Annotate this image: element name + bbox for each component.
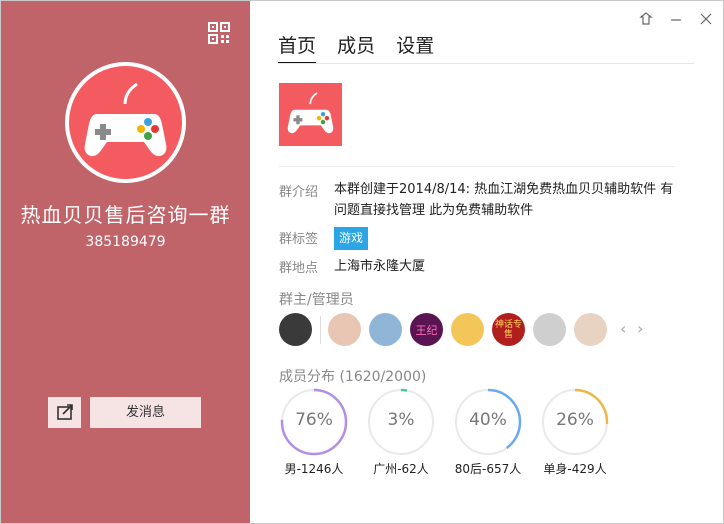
send-message-button[interactable]: 发消息 — [90, 397, 201, 428]
members-title: 成员分布 (1620/2000) — [279, 369, 427, 385]
stat-label: 广州-62人 — [373, 462, 429, 476]
tab-divider — [278, 63, 694, 64]
admin-avatar-2[interactable] — [328, 313, 361, 346]
group-profile-window: 热血贝贝售后咨询一群 385189479 发消息 首页 成员 设置 群介绍 本群… — [0, 0, 724, 524]
stat-label: 单身-429人 — [543, 462, 607, 476]
tag-row: 游戏 — [334, 227, 674, 250]
tag-label: 群标签 — [279, 232, 319, 247]
gamepad-icon — [84, 82, 167, 157]
skin-icon[interactable] — [638, 11, 654, 27]
stat-percent: 76% — [295, 410, 333, 430]
gamepad-icon — [287, 92, 334, 134]
next-arrow-icon[interactable]: › — [637, 321, 651, 337]
location-label: 群地点 — [279, 261, 319, 276]
tab-bar: 首页 成员 设置 — [278, 31, 450, 64]
right-panel: 首页 成员 设置 群介绍 本群创建于2014/8/14: 热血江湖免费热血贝贝辅… — [250, 1, 723, 523]
admin-avatar-3[interactable] — [369, 313, 402, 346]
admin-avatar-7[interactable] — [533, 313, 566, 346]
prev-arrow-icon[interactable]: ‹ — [620, 321, 634, 337]
section-divider — [279, 166, 675, 167]
stat-percent: 40% — [469, 410, 507, 430]
tab-home[interactable]: 首页 — [278, 31, 317, 64]
owner-separator — [320, 316, 321, 344]
admin-avatar-6-text: 神话专售 — [494, 320, 522, 340]
qr-code-icon[interactable] — [208, 22, 230, 44]
group-name: 热血贝贝售后咨询一群 — [20, 203, 231, 227]
admin-avatar-4[interactable]: 王纪 — [410, 313, 443, 346]
stat-label: 80后-657人 — [454, 462, 522, 476]
close-icon[interactable] — [698, 11, 714, 27]
share-icon — [57, 404, 73, 420]
share-button[interactable] — [48, 397, 81, 428]
group-avatar[interactable] — [65, 62, 186, 183]
member-stat-4[interactable]: 26% 单身-429人 — [540, 387, 610, 477]
tab-settings[interactable]: 设置 — [396, 31, 434, 62]
member-stat-2[interactable]: 3% 广州-62人 — [366, 387, 436, 477]
member-stat-3[interactable]: 40% 80后-657人 — [453, 387, 523, 477]
group-id: 385189479 — [85, 234, 166, 250]
admin-avatar-4-text: 王纪 — [415, 324, 438, 337]
admin-avatar-8[interactable] — [574, 313, 607, 346]
left-panel: 热血贝贝售后咨询一群 385189479 发消息 — [1, 1, 250, 523]
stat-percent: 3% — [387, 410, 415, 430]
group-thumbnail[interactable] — [279, 83, 342, 146]
stat-label: 男-1246人 — [284, 462, 344, 476]
admin-avatar-1[interactable] — [279, 313, 312, 346]
admin-avatar-6[interactable]: 神话专售 — [492, 313, 525, 346]
tab-members[interactable]: 成员 — [337, 31, 375, 62]
intro-value: 本群创建于2014/8/14: 热血江湖免费热血贝贝辅助软件 有问题直接找管理 … — [334, 182, 674, 218]
intro-label: 群介绍 — [279, 185, 319, 200]
stat-percent: 26% — [556, 410, 594, 430]
admin-avatar-5[interactable] — [451, 313, 484, 346]
admins-title: 群主/管理员 — [279, 292, 354, 308]
tag-badge[interactable]: 游戏 — [334, 227, 369, 250]
location-value: 上海市永隆大厦 — [334, 259, 426, 274]
minimize-icon[interactable] — [668, 11, 684, 27]
member-stat-1[interactable]: 76% 男-1246人 — [279, 387, 349, 477]
